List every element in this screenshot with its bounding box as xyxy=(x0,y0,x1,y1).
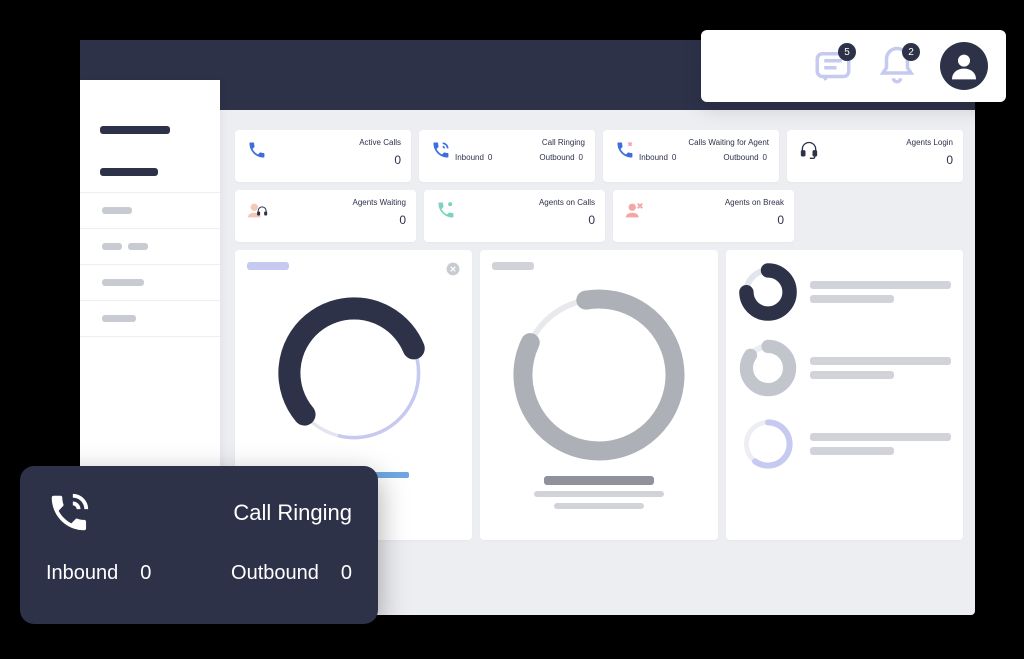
stat-text xyxy=(810,295,895,303)
phone-icon xyxy=(245,138,269,162)
overlay-title: Call Ringing xyxy=(233,500,352,526)
inbound-label: Inbound xyxy=(46,562,118,585)
phone-active-icon xyxy=(434,198,458,222)
stat-row-3 xyxy=(738,414,951,474)
outbound-value: 0 xyxy=(579,153,583,162)
inbound-label: Inbound xyxy=(455,153,484,162)
sidebar-subitem-4[interactable] xyxy=(102,315,136,322)
donut-chart-1 xyxy=(269,288,439,458)
metric-agents-login[interactable]: Agents Login 0 xyxy=(787,130,963,182)
stat-text xyxy=(810,371,895,379)
metric-agents-on-calls[interactable]: Agents on Calls 0 xyxy=(424,190,605,242)
phone-waiting-icon xyxy=(613,138,637,162)
metric-title: Agents Login xyxy=(906,138,953,147)
overlay-call-ringing-card[interactable]: Call Ringing Inbound 0 Outbound 0 xyxy=(20,466,378,624)
mini-donut-2 xyxy=(738,338,798,398)
mini-donut-1 xyxy=(738,262,798,322)
panel-title-placeholder xyxy=(247,262,289,270)
notifications-badge: 2 xyxy=(902,43,920,61)
mini-donut-3 xyxy=(738,414,798,474)
donut-chart-2 xyxy=(504,280,694,470)
metric-value: 0 xyxy=(399,213,406,227)
sidebar-subitem-2b[interactable] xyxy=(128,243,148,250)
user-headset-icon xyxy=(245,198,269,222)
metric-title: Agents on Calls xyxy=(539,198,595,207)
inbound-value: 0 xyxy=(488,153,492,162)
sidebar-subitem-2a[interactable] xyxy=(102,243,122,250)
chart-panel-3[interactable] xyxy=(726,250,963,540)
avatar-button[interactable] xyxy=(940,42,988,90)
panel-title-placeholder xyxy=(492,262,534,270)
sidebar-subitem-1[interactable] xyxy=(102,207,132,214)
metric-active-calls[interactable]: Active Calls 0 xyxy=(235,130,411,182)
inbound-value: 0 xyxy=(140,562,151,585)
user-break-icon xyxy=(623,198,647,222)
stat-text xyxy=(810,281,951,289)
inbound-value: 0 xyxy=(672,153,676,162)
metric-agents-waiting[interactable]: Agents Waiting 0 xyxy=(235,190,416,242)
stat-row-2 xyxy=(738,338,951,398)
metric-title: Call Ringing xyxy=(453,138,585,147)
stat-text xyxy=(810,357,951,365)
outbound-label: Outbound xyxy=(723,153,758,162)
sidebar-item-1[interactable] xyxy=(100,126,170,134)
metric-title: Agents on Break xyxy=(725,198,784,207)
outbound-value: 0 xyxy=(341,562,352,585)
metric-value: 0 xyxy=(588,213,595,227)
metric-value: 0 xyxy=(777,213,784,227)
panel-text-1 xyxy=(544,476,654,485)
metric-call-ringing[interactable]: Call Ringing Inbound 0 Outbound 0 xyxy=(419,130,595,182)
stat-text xyxy=(810,447,895,455)
notifications-button[interactable]: 2 xyxy=(876,45,918,87)
messages-badge: 5 xyxy=(838,43,856,61)
stat-text xyxy=(810,433,951,441)
chart-panel-2[interactable] xyxy=(480,250,717,540)
metric-value: 0 xyxy=(946,153,953,167)
metric-value: 0 xyxy=(394,153,401,167)
messages-button[interactable]: 5 xyxy=(812,45,854,87)
close-icon[interactable] xyxy=(446,262,460,276)
outbound-value: 0 xyxy=(763,153,767,162)
outbound-label: Outbound xyxy=(231,562,319,585)
sidebar-item-2[interactable] xyxy=(100,168,158,176)
metric-calls-waiting[interactable]: Calls Waiting for Agent Inbound 0 Outboun… xyxy=(603,130,779,182)
metric-title: Calls Waiting for Agent xyxy=(637,138,769,147)
phone-ringing-icon xyxy=(429,138,453,162)
metric-agents-on-break[interactable]: Agents on Break 0 xyxy=(613,190,794,242)
metric-title: Active Calls xyxy=(359,138,401,147)
outbound-label: Outbound xyxy=(539,153,574,162)
sidebar-subitem-3[interactable] xyxy=(102,279,144,286)
inbound-label: Inbound xyxy=(639,153,668,162)
header-actions: 5 2 xyxy=(701,30,1006,102)
panel-text-3 xyxy=(554,503,644,509)
phone-ringing-icon xyxy=(46,490,92,536)
panel-text-2 xyxy=(534,491,664,497)
headset-icon xyxy=(797,138,821,162)
stat-row-1 xyxy=(738,262,951,322)
metric-title: Agents Waiting xyxy=(352,198,406,207)
